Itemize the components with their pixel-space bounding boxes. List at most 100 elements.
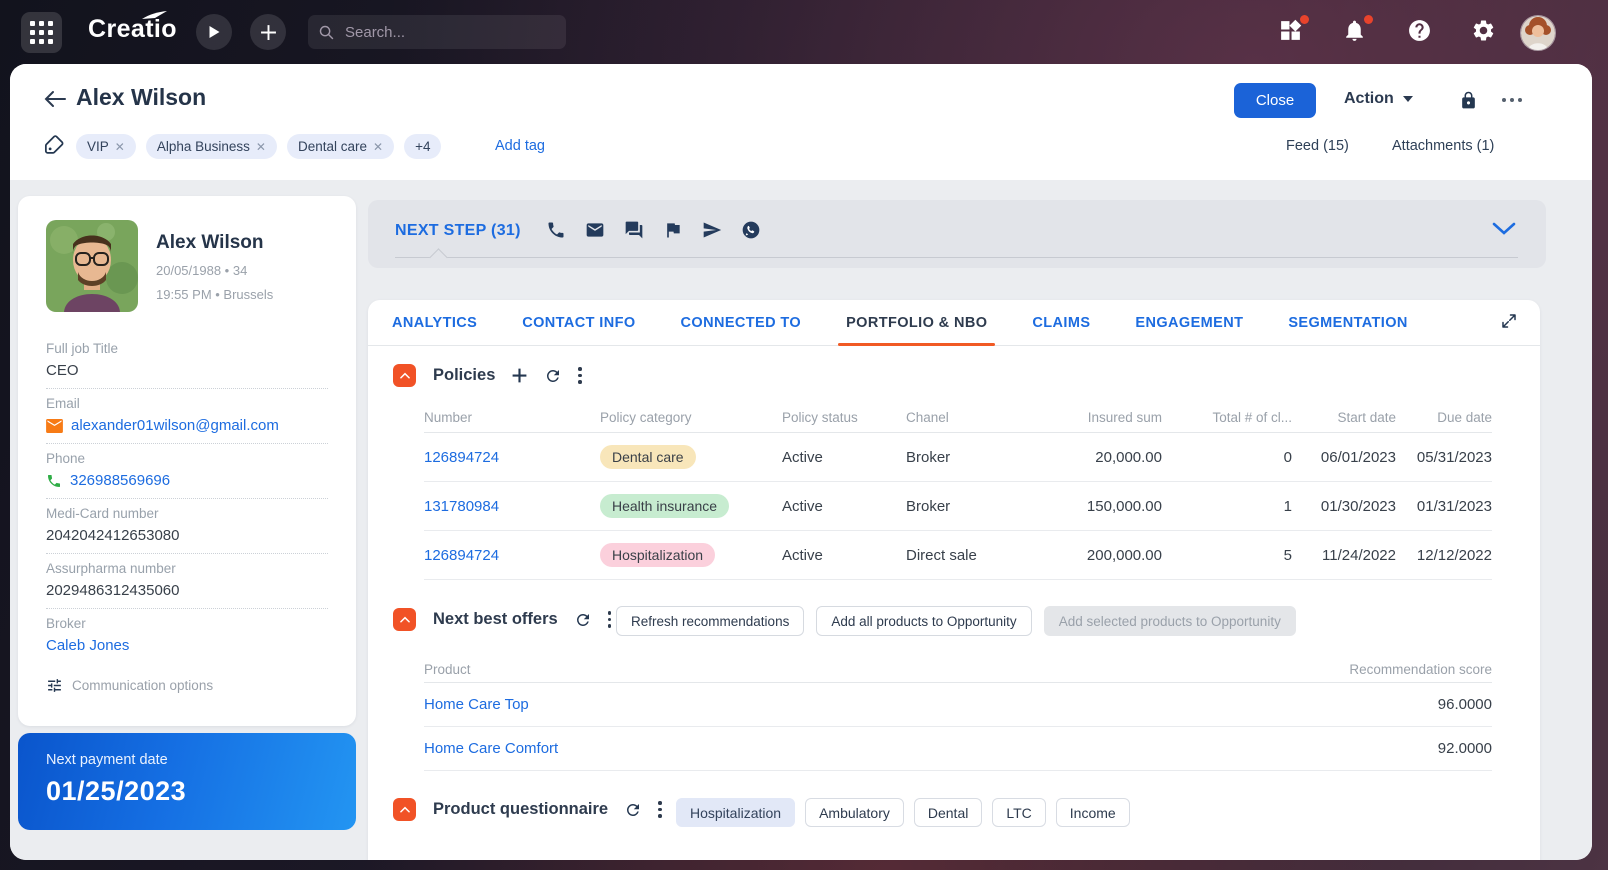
policy-category-badge: Hospitalization [600,543,715,567]
policy-number-link[interactable]: 126894724 [424,547,499,564]
quick-add-button[interactable] [250,14,286,50]
collapse-policies-button[interactable] [393,364,416,387]
broker-link[interactable]: Caleb Jones [46,637,129,654]
tags-button[interactable] [44,134,65,155]
tab-analytics[interactable]: ANALYTICS [392,300,477,346]
add-all-products-button[interactable]: Add all products to Opportunity [816,606,1031,636]
policies-menu-button[interactable] [578,367,582,384]
policy-start-date: 01/30/2023 [1292,498,1396,515]
lock-button[interactable] [1459,90,1478,111]
policy-row[interactable]: 131780984 Health insurance Active Broker… [424,482,1492,531]
next-step-link[interactable]: NEXT STEP (31) [395,222,521,240]
col-product[interactable]: Product [424,662,1292,677]
app-launcher-button[interactable] [21,12,62,53]
chip-hospitalization[interactable]: Hospitalization [676,798,795,827]
refresh-questionnaire-button[interactable] [624,801,642,819]
add-tag-link[interactable]: Add tag [495,138,545,154]
collapse-nbo-button[interactable] [393,608,416,631]
tag-chip[interactable]: Dental care ✕ [287,134,394,159]
col-chanel[interactable]: Chanel [906,410,1046,425]
feed-link[interactable]: Feed (15) [1286,138,1349,154]
marketplace-button[interactable] [1278,18,1306,46]
tab-portfolio-nbo[interactable]: PORTFOLIO & NBO [846,300,987,346]
attachments-link[interactable]: Attachments (1) [1392,138,1494,154]
col-policy-category[interactable]: Policy category [600,410,782,425]
tag-overflow-chip[interactable]: +4 [404,134,441,159]
expand-button[interactable] [1500,312,1518,330]
policy-number-link[interactable]: 131780984 [424,498,499,515]
tab-claims[interactable]: CLAIMS [1032,300,1090,346]
refresh-recommendations-button[interactable]: Refresh recommendations [616,606,804,636]
col-number[interactable]: Number [424,410,600,425]
add-selected-products-button[interactable]: Add selected products to Opportunity [1044,606,1296,636]
chip-income[interactable]: Income [1056,798,1130,827]
settings-button[interactable] [1471,18,1499,46]
policy-category-badge: Health insurance [600,494,729,518]
col-insured-sum[interactable]: Insured sum [1046,410,1162,425]
remove-tag-icon[interactable]: ✕ [115,140,125,154]
tab-connected-to[interactable]: CONNECTED TO [681,300,802,346]
paper-plane-icon [702,220,722,240]
more-actions-button[interactable] [1502,98,1522,102]
chip-ltc[interactable]: LTC [992,798,1045,827]
policy-due-date: 12/12/2022 [1396,547,1492,564]
process-run-button[interactable] [196,14,232,50]
whatsapp-button[interactable] [741,220,761,240]
close-button[interactable]: Close [1234,83,1316,118]
remove-tag-icon[interactable]: ✕ [373,140,383,154]
collapse-questionnaire-button[interactable] [393,798,416,821]
nbo-menu-button[interactable] [608,611,612,628]
col-recommendation-score[interactable]: Recommendation score [1292,662,1492,677]
send-button[interactable] [702,220,722,240]
policy-number-link[interactable]: 126894724 [424,449,499,466]
tag-chip[interactable]: Alpha Business ✕ [146,134,277,159]
refresh-policies-button[interactable] [544,367,562,385]
flag-button[interactable] [663,220,683,240]
notifications-button[interactable] [1342,18,1370,46]
refresh-nbo-button[interactable] [574,611,592,629]
chip-dental[interactable]: Dental [914,798,982,827]
tab-contact-info[interactable]: CONTACT INFO [522,300,635,346]
email-link[interactable]: alexander01wilson@gmail.com [71,417,279,434]
nbo-row[interactable]: Home Care Top 96.0000 [424,683,1492,727]
col-due-date[interactable]: Due date [1396,410,1492,425]
field-label: Phone [46,451,328,466]
action-dropdown[interactable]: Action [1344,90,1413,108]
product-link[interactable]: Home Care Comfort [424,740,558,757]
nbo-row[interactable]: Home Care Comfort 92.0000 [424,727,1492,771]
help-button[interactable] [1407,18,1435,46]
product-link[interactable]: Home Care Top [424,696,529,713]
tab-engagement[interactable]: ENGAGEMENT [1135,300,1243,346]
add-policy-button[interactable] [511,367,528,384]
policy-chanel: Direct sale [906,547,1046,564]
tag-icon [44,134,65,155]
field-label: Email [46,396,328,411]
phone-link[interactable]: 326988569696 [70,472,170,489]
call-button[interactable] [546,220,566,240]
contact-birthdate: 20/05/1988 • 34 [156,263,328,278]
back-button[interactable] [44,90,66,108]
chip-ambulatory[interactable]: Ambulatory [805,798,904,827]
record-content: Alex Wilson 20/05/1988 • 34 19:55 PM • B… [10,180,1592,860]
email-icon [46,419,63,433]
contact-photo[interactable] [46,220,138,312]
communication-options-button[interactable]: Communication options [46,677,328,694]
global-search[interactable] [308,15,566,49]
col-policy-status[interactable]: Policy status [782,410,906,425]
user-avatar[interactable] [1520,15,1556,51]
user-avatar-image [1521,16,1555,50]
tab-segmentation[interactable]: SEGMENTATION [1288,300,1407,346]
policy-row[interactable]: 126894724 Dental care Active Broker 20,0… [424,433,1492,482]
col-total-claims[interactable]: Total # of cl... [1162,410,1292,425]
logo-swoosh-icon [142,11,168,20]
search-input[interactable] [343,23,547,42]
policy-row[interactable]: 126894724 Hospitalization Active Direct … [424,531,1492,580]
questionnaire-menu-button[interactable] [658,801,662,818]
tag-chip[interactable]: VIP ✕ [76,134,136,159]
col-start-date[interactable]: Start date [1292,410,1396,425]
email-button[interactable] [585,220,605,240]
chat-button[interactable] [624,220,644,240]
remove-tag-icon[interactable]: ✕ [256,140,266,154]
policy-status: Active [782,547,906,564]
collapse-next-step-button[interactable] [1492,222,1516,236]
